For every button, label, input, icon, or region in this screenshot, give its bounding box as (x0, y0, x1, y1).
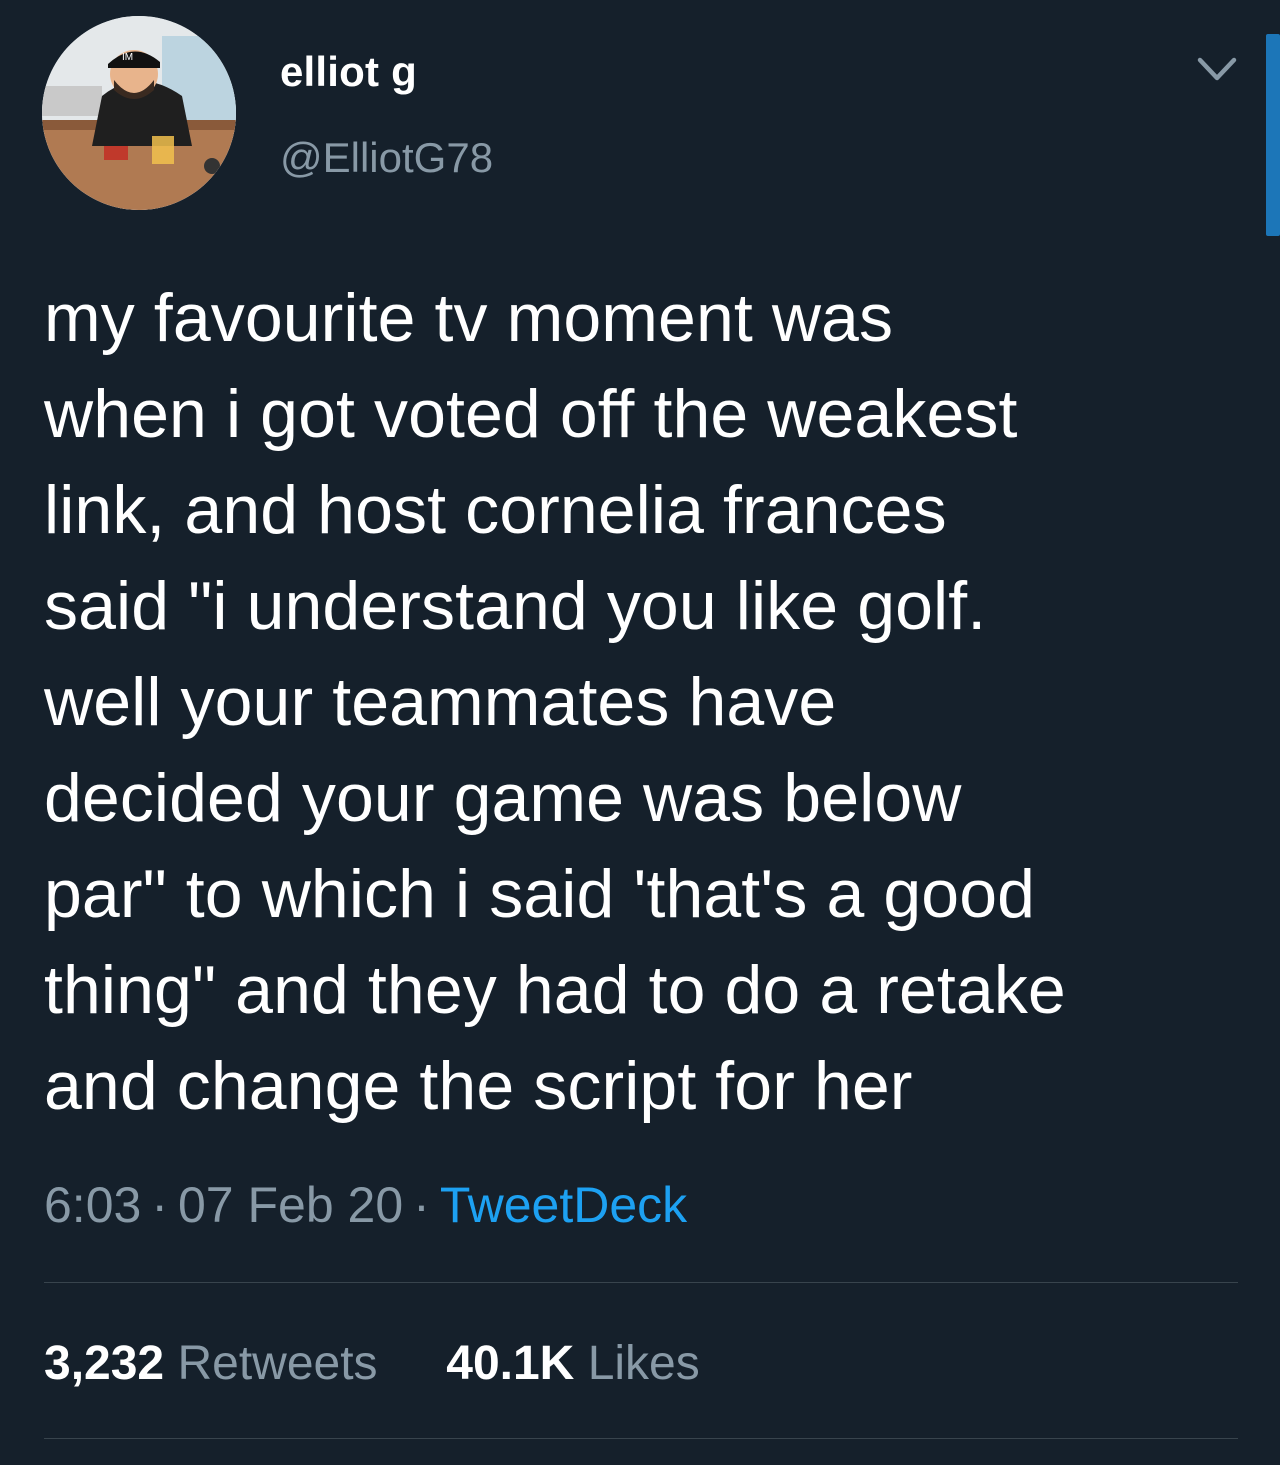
chevron-down-icon (1197, 57, 1237, 81)
scrollbar[interactable] (1266, 34, 1280, 236)
meta-separator: · (151, 1177, 168, 1233)
retweets-label: Retweets (177, 1337, 378, 1390)
likes-count: 40.1K (446, 1337, 575, 1390)
user-avatar-icon: IM (42, 16, 236, 210)
author-handle[interactable]: @ElliotG78 (280, 134, 493, 182)
avatar-cap-text: IM (122, 52, 133, 63)
author-display-name[interactable]: elliot g (280, 48, 417, 96)
avatar[interactable]: IM (42, 16, 236, 210)
likes-label: Likes (587, 1337, 700, 1390)
tweet-menu-button[interactable] (1194, 52, 1240, 88)
tweet-text: my favourite tv moment was when i got vo… (44, 280, 1066, 1124)
tweet-source-link[interactable]: TweetDeck (440, 1177, 687, 1233)
tweet-stats: 3,232 Retweets 40.1K Likes (44, 1336, 700, 1391)
divider (44, 1438, 1238, 1439)
meta-separator: · (413, 1177, 430, 1233)
tweet-date[interactable]: 07 Feb 20 (178, 1177, 403, 1233)
divider (44, 1282, 1238, 1283)
retweets-count: 3,232 (44, 1337, 165, 1390)
tweet-time[interactable]: 6:03 (44, 1177, 141, 1233)
tweet: IM elliot g @ElliotG78 my favourite tv m… (0, 0, 1280, 1465)
likes-stat[interactable]: 40.1K Likes (433, 1337, 700, 1390)
tweet-meta: 6:03 · 07 Feb 20 · TweetDeck (44, 1176, 687, 1234)
retweets-stat[interactable]: 3,232 Retweets (44, 1337, 391, 1390)
